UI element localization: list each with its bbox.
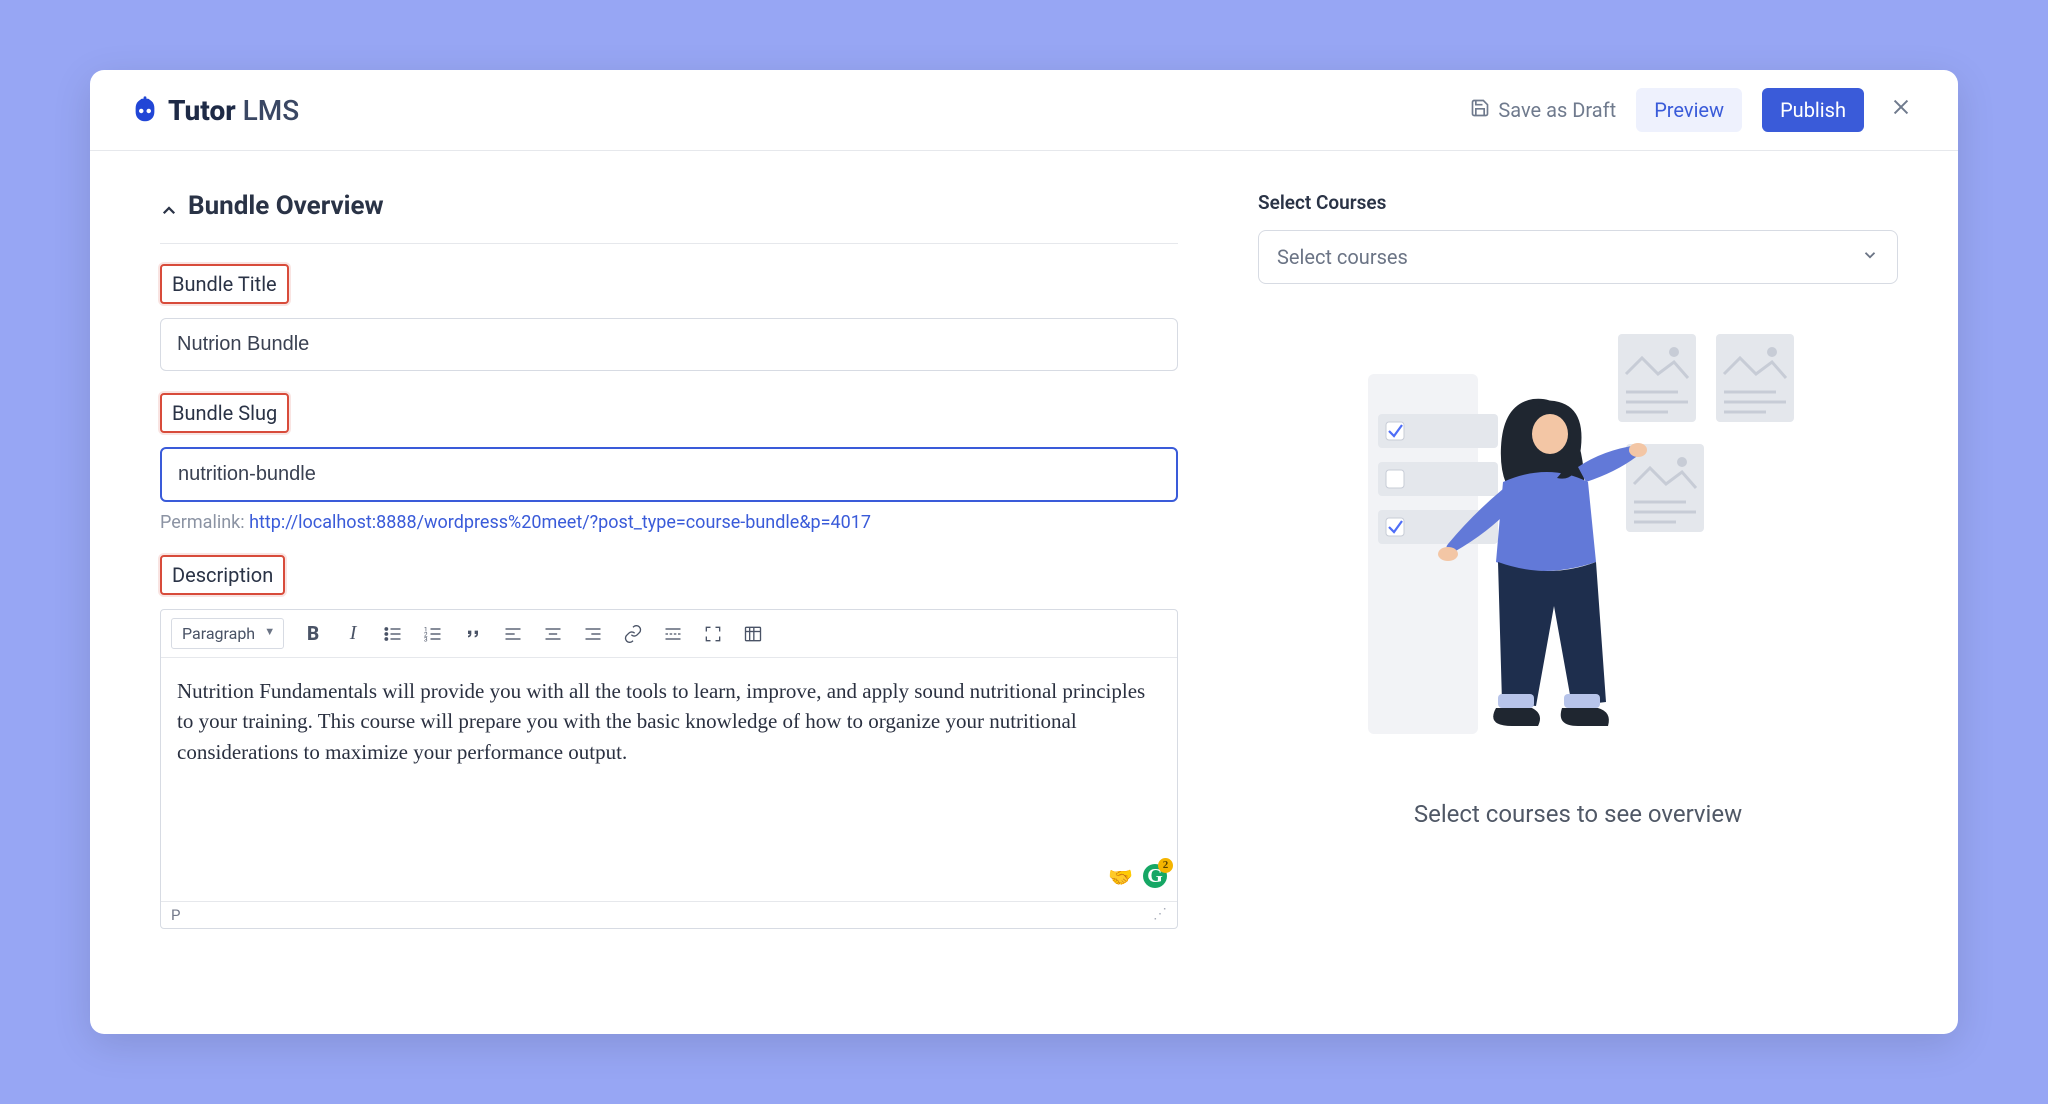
content-area: Bundle Overview Bundle Title Bundle Slug… (90, 151, 1958, 1034)
close-button[interactable] (1884, 91, 1918, 129)
section-title-text: Bundle Overview (188, 191, 384, 221)
bold-button[interactable]: B (302, 623, 324, 645)
app-window: Tutor LMS Save as Draft Preview Publish (90, 70, 1958, 1034)
format-select[interactable]: Paragraph (171, 618, 284, 649)
chevron-up-icon (160, 197, 178, 215)
publish-label: Publish (1780, 98, 1846, 122)
editor-text: Nutrition Fundamentals will provide you … (177, 679, 1145, 764)
description-label: Description (160, 555, 285, 595)
brand-name-strong: Tutor (168, 94, 236, 127)
preview-label: Preview (1654, 98, 1724, 122)
chevron-down-icon (1861, 245, 1879, 269)
publish-button[interactable]: Publish (1762, 88, 1864, 132)
right-panel: Select Courses Select courses (1258, 191, 1898, 1034)
top-bar: Tutor LMS Save as Draft Preview Publish (90, 70, 1958, 151)
bundle-title-field: Bundle Title (160, 264, 1178, 371)
save-draft-button[interactable]: Save as Draft (1470, 98, 1616, 123)
illustration (1258, 314, 1898, 794)
select-courses-dropdown[interactable]: Select courses (1258, 230, 1898, 284)
editor-path: P (171, 906, 180, 924)
bundle-title-label: Bundle Title (160, 264, 289, 304)
brand-icon (130, 95, 160, 125)
wysiwyg-editor: Paragraph B I 123 (160, 609, 1178, 929)
preview-button[interactable]: Preview (1636, 88, 1742, 132)
permalink-link[interactable]: http://localhost:8888/wordpress%20meet/?… (249, 512, 871, 533)
editor-toolbar: Paragraph B I 123 (161, 610, 1177, 658)
section-header[interactable]: Bundle Overview (160, 191, 1178, 244)
bundle-slug-label: Bundle Slug (160, 393, 289, 433)
editor-content[interactable]: Nutrition Fundamentals will provide you … (161, 658, 1177, 901)
left-panel: Bundle Overview Bundle Title Bundle Slug… (160, 191, 1178, 1034)
numbered-list-button[interactable]: 123 (422, 623, 444, 645)
illustration-caption: Select courses to see overview (1258, 800, 1898, 828)
blockquote-button[interactable] (462, 623, 484, 645)
permalink-row: Permalink: http://localhost:8888/wordpre… (160, 512, 1178, 533)
link-button[interactable] (622, 623, 644, 645)
save-draft-label: Save as Draft (1498, 98, 1616, 122)
align-left-button[interactable] (502, 623, 524, 645)
editor-corner-icons: 🤝 G (1108, 864, 1167, 893)
select-courses-label: Select Courses (1258, 191, 1898, 214)
bundle-slug-input[interactable] (160, 447, 1178, 502)
format-select-label: Paragraph (182, 624, 255, 643)
save-icon (1470, 98, 1490, 123)
description-field: Description Paragraph B I 123 (160, 555, 1178, 929)
brand-name-light: LMS (243, 94, 300, 127)
editor-statusbar: P ⋰ (161, 901, 1177, 928)
align-right-button[interactable] (582, 623, 604, 645)
align-center-button[interactable] (542, 623, 564, 645)
bullet-list-button[interactable] (382, 623, 404, 645)
select-courses-placeholder: Select courses (1277, 245, 1408, 269)
svg-text:3: 3 (424, 635, 428, 643)
italic-button[interactable]: I (342, 623, 364, 645)
toolbar-toggle-button[interactable] (742, 623, 764, 645)
fullscreen-button[interactable] (702, 623, 724, 645)
bundle-title-input[interactable] (160, 318, 1178, 371)
resize-grip-icon[interactable]: ⋰ (1153, 906, 1167, 924)
bundle-slug-field: Bundle Slug Permalink: http://localhost:… (160, 393, 1178, 533)
brand-logo: Tutor LMS (130, 94, 299, 127)
permalink-prefix: Permalink: (160, 512, 249, 533)
emoji-icon[interactable]: 🤝 (1108, 864, 1133, 893)
grammarly-icon[interactable]: G (1143, 864, 1167, 888)
top-actions: Save as Draft Preview Publish (1470, 88, 1918, 132)
read-more-button[interactable] (662, 623, 684, 645)
